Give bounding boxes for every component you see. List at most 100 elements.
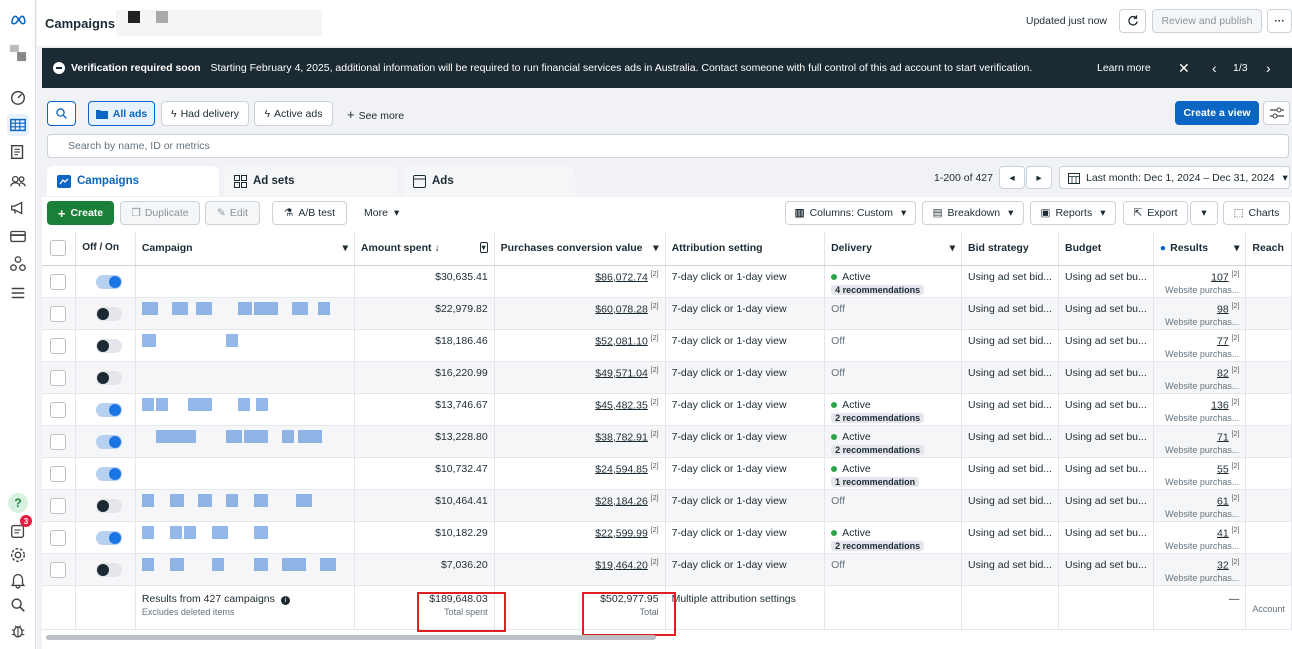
results-value-link[interactable]: 41 — [1217, 527, 1229, 539]
campaign-toggle[interactable] — [96, 530, 123, 545]
create-view-button[interactable]: Create a view — [1175, 101, 1259, 125]
edit-button[interactable]: ✎ Edit — [205, 201, 260, 225]
breakdown-button[interactable]: ▤ Breakdown ▾ — [922, 201, 1024, 225]
audiences-icon[interactable] — [7, 170, 29, 192]
row-checkbox[interactable] — [50, 465, 66, 482]
purchases-value-cell[interactable]: $38,782.91 [2] — [494, 425, 666, 458]
table-row[interactable]: $22,979.82 $60,078.28 [2] 7-day click or… — [42, 297, 1292, 330]
results-value-link[interactable]: 136 — [1211, 399, 1229, 411]
billing-card-icon[interactable] — [7, 225, 29, 247]
date-range-picker[interactable]: Last month: Dec 1, 2024 – Dec 31, 2024 ▾ — [1059, 166, 1290, 189]
search-input[interactable]: Search by name, ID or metrics — [47, 134, 1289, 158]
recommendations-badge[interactable]: 2 recommendations — [831, 444, 925, 455]
row-select-cell[interactable] — [42, 425, 77, 458]
campaign-name-cell[interactable] — [135, 457, 355, 490]
next-page-button[interactable]: ▸ — [1026, 166, 1052, 189]
purchases-value-link[interactable]: $49,571.04 — [595, 367, 648, 379]
results-value-link[interactable]: 82 — [1217, 367, 1229, 379]
row-select-cell[interactable] — [42, 329, 77, 362]
results-cell[interactable]: 41 [2] Website purchas... — [1153, 521, 1247, 554]
alerts-bell-icon[interactable] — [7, 569, 29, 591]
row-select-cell[interactable] — [42, 521, 77, 554]
row-select-cell[interactable] — [42, 265, 77, 298]
campaign-header[interactable]: Campaign ▾ — [135, 232, 355, 266]
prev-page-button[interactable]: ◂ — [999, 166, 1025, 189]
row-checkbox[interactable] — [50, 305, 66, 322]
review-publish-button[interactable]: Review and publish — [1152, 9, 1262, 33]
megaphone-icon[interactable] — [7, 197, 29, 219]
campaign-toggle[interactable] — [96, 274, 123, 289]
all-ads-filter[interactable]: All ads — [88, 101, 155, 126]
refresh-button[interactable] — [1119, 9, 1146, 33]
row-checkbox[interactable] — [50, 273, 66, 290]
results-value-link[interactable]: 71 — [1217, 431, 1229, 443]
see-more-button[interactable]: + See more — [347, 107, 404, 122]
meta-logo-icon[interactable] — [7, 9, 29, 31]
amount-spent-header[interactable]: Amount spent ↓ ▾ — [354, 232, 495, 266]
purchases-value-link[interactable]: $28,184.26 — [595, 495, 648, 507]
results-value-link[interactable]: 77 — [1217, 335, 1229, 347]
toggle-cell[interactable] — [75, 553, 136, 586]
row-select-cell[interactable] — [42, 361, 77, 394]
toggle-cell[interactable] — [75, 265, 136, 298]
row-select-cell[interactable] — [42, 457, 77, 490]
purchases-value-header[interactable]: Purchases conversion value ▾ — [494, 232, 666, 266]
campaign-toggle[interactable] — [96, 306, 123, 321]
horizontal-scrollbar[interactable] — [46, 635, 656, 640]
campaign-toggle[interactable] — [96, 402, 123, 417]
campaign-toggle[interactable] — [96, 498, 123, 513]
purchases-value-link[interactable]: $86,072.74 — [595, 271, 648, 283]
tab-campaigns[interactable]: Campaigns — [47, 166, 219, 196]
account-avatar-icon[interactable] — [7, 42, 29, 64]
bug-report-icon[interactable] — [7, 620, 29, 642]
toggle-cell[interactable] — [75, 329, 136, 362]
charts-button[interactable]: ⬚ Charts — [1223, 201, 1290, 225]
purchases-value-cell[interactable]: $24,594.85 [2] — [494, 457, 666, 490]
help-icon[interactable]: ? — [7, 492, 29, 514]
results-cell[interactable]: 77 [2] Website purchas... — [1153, 329, 1247, 362]
table-row[interactable]: $10,732.47 $24,594.85 [2] 7-day click or… — [42, 457, 1292, 490]
campaign-name-cell[interactable] — [135, 361, 355, 394]
results-value-link[interactable]: 55 — [1217, 463, 1229, 475]
learn-more-link[interactable]: Learn more — [1097, 62, 1151, 74]
chevron-right-icon[interactable]: › — [1266, 60, 1271, 76]
export-button[interactable]: ⇱ Export — [1123, 201, 1188, 225]
results-cell[interactable]: 55 [2] Website purchas... — [1153, 457, 1247, 490]
recommendations-badge[interactable]: 1 recommendation — [831, 476, 920, 487]
campaign-name-cell[interactable] — [135, 489, 355, 522]
purchases-value-cell[interactable]: $49,571.04 [2] — [494, 361, 666, 394]
row-select-cell[interactable] — [42, 553, 77, 586]
bid-strategy-header[interactable]: Bid strategy — [961, 232, 1060, 266]
purchases-value-cell[interactable]: $28,184.26 [2] — [494, 489, 666, 522]
notifications-icon[interactable]: 3 — [7, 515, 32, 542]
results-cell[interactable]: 82 [2] Website purchas... — [1153, 361, 1247, 394]
ab-test-button[interactable]: ⚗ A/B test — [272, 201, 347, 225]
table-row[interactable]: $30,635.41 $86,072.74 [2] 7-day click or… — [42, 265, 1292, 298]
toggle-cell[interactable] — [75, 521, 136, 554]
attribution-header[interactable]: Attribution setting — [665, 232, 826, 266]
purchases-value-link[interactable]: $24,594.85 — [595, 463, 648, 475]
more-actions-button[interactable]: More ▾ — [364, 207, 399, 219]
campaign-toggle[interactable] — [96, 562, 123, 577]
row-checkbox[interactable] — [50, 369, 66, 386]
results-cell[interactable]: 61 [2] Website purchas... — [1153, 489, 1247, 522]
results-value-link[interactable]: 61 — [1217, 495, 1229, 507]
purchases-value-cell[interactable]: $22,599.99 [2] — [494, 521, 666, 554]
reach-header[interactable]: Reach — [1245, 232, 1292, 266]
results-cell[interactable]: 71 [2] Website purchas... — [1153, 425, 1247, 458]
campaign-toggle[interactable] — [96, 466, 123, 481]
dashboard-icon[interactable] — [7, 86, 29, 108]
columns-button[interactable]: ▥ Columns: Custom ▾ — [785, 201, 916, 225]
purchases-value-cell[interactable]: $52,081.10 [2] — [494, 329, 666, 362]
results-value-link[interactable]: 32 — [1217, 559, 1229, 571]
purchases-value-link[interactable]: $38,782.91 — [595, 431, 648, 443]
results-cell[interactable]: 136 [2] Website purchas... — [1153, 393, 1247, 426]
campaign-toggle[interactable] — [96, 370, 123, 385]
toggle-cell[interactable] — [75, 489, 136, 522]
select-all-header[interactable] — [42, 232, 77, 266]
duplicate-button[interactable]: ❐ Duplicate — [120, 201, 200, 225]
active-ads-filter[interactable]: ϟ Active ads — [254, 101, 333, 126]
results-cell[interactable]: 107 [2] Website purchas... — [1153, 265, 1247, 298]
row-checkbox[interactable] — [50, 497, 66, 514]
chevron-left-icon[interactable]: ‹ — [1212, 60, 1217, 76]
